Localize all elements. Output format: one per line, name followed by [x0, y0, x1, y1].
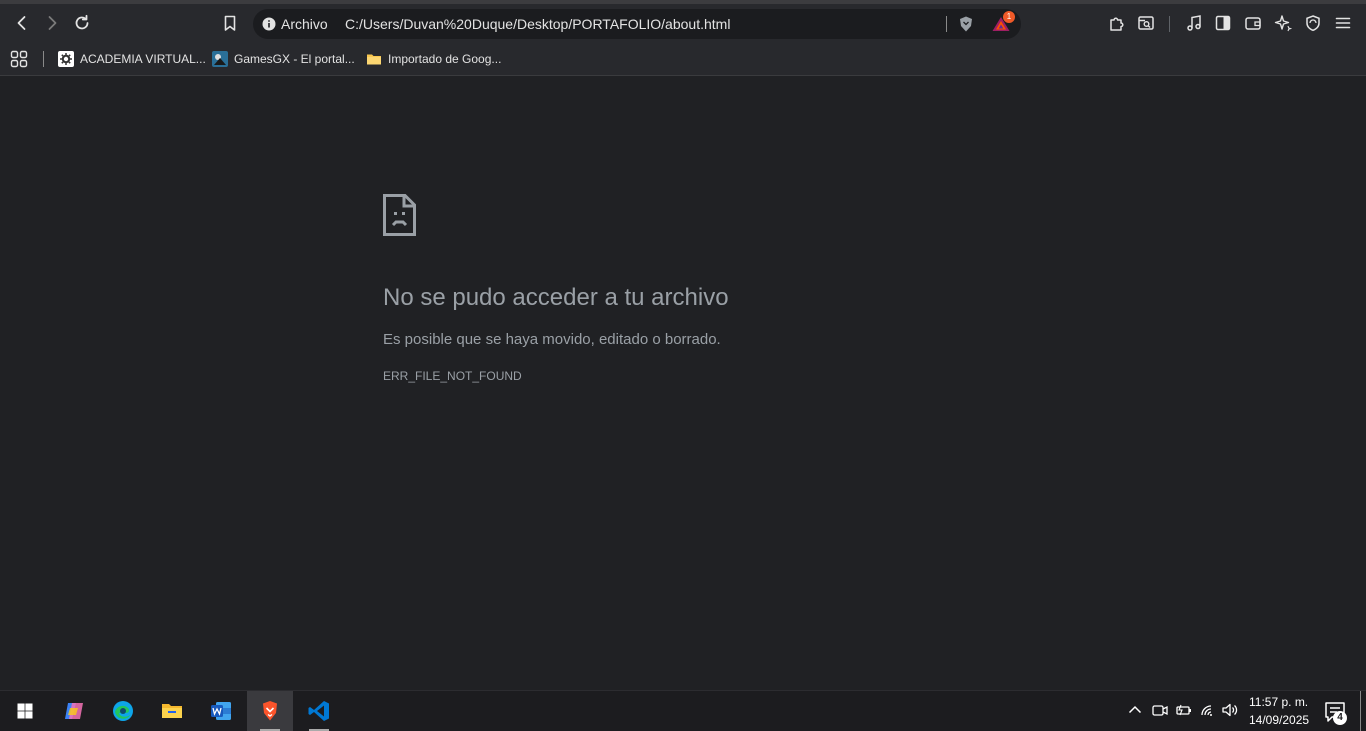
vscode-icon: [308, 701, 329, 721]
taskbar-copilot[interactable]: [51, 691, 97, 731]
show-hidden-icons-button[interactable]: [1126, 701, 1146, 721]
chevron-up-icon: [1128, 705, 1142, 714]
page-content: No se pudo acceder a tu archivo Es posib…: [0, 77, 1366, 690]
wallet-button[interactable]: [1239, 9, 1267, 37]
info-icon[interactable]: [262, 17, 276, 31]
error-title: No se pudo acceder a tu archivo: [383, 284, 729, 311]
battery-icon: [1176, 704, 1191, 716]
apps-grid-icon[interactable]: [10, 50, 28, 68]
sidebar-icon: [1215, 15, 1231, 31]
puzzle-icon: [1110, 17, 1124, 31]
address-bar[interactable]: Archivo C:/Users/Duvan%20Duque/Desktop/P…: [253, 9, 1021, 39]
main-menu-button[interactable]: [1329, 9, 1357, 37]
bookmarks-divider: [43, 51, 44, 67]
gamesgx-favicon-icon: [212, 51, 228, 67]
sparkle-icon: [1274, 15, 1292, 32]
file-explorer-icon: [162, 704, 182, 718]
speaker-icon: [1222, 703, 1238, 717]
url-scheme-chip[interactable]: Archivo: [281, 16, 328, 32]
shield-icon: [1306, 15, 1320, 32]
extensions-button[interactable]: [1103, 9, 1131, 37]
bookmark-label: Importado de Goog...: [388, 52, 502, 66]
show-desktop-button[interactable]: [1360, 691, 1361, 731]
rewards-badge: 1: [1003, 11, 1015, 23]
forward-arrow-icon: [48, 16, 57, 30]
clock-date[interactable]: 14/09/2025: [1249, 713, 1309, 727]
brave-shields-icon[interactable]: [957, 15, 975, 33]
back-button[interactable]: [8, 9, 36, 37]
taskbar-edge[interactable]: [100, 691, 146, 731]
music-note-icon: [1187, 15, 1201, 31]
error-code: ERR_FILE_NOT_FOUND: [383, 369, 522, 383]
folder-icon: [367, 54, 381, 65]
browser-toolbar: Archivo C:/Users/Duvan%20Duque/Desktop/P…: [0, 4, 1366, 42]
bookmark-label: ACADEMIA VIRTUAL...: [80, 52, 206, 66]
taskbar-file-explorer[interactable]: [149, 691, 195, 731]
url-text[interactable]: C:/Users/Duvan%20Duque/Desktop/PORTAFOLI…: [345, 16, 730, 32]
tab-search-icon: [1138, 16, 1154, 30]
leo-ai-button[interactable]: [1269, 9, 1297, 37]
camera-icon: [1152, 705, 1168, 716]
toolbar-divider: [1169, 16, 1170, 32]
media-button[interactable]: [1180, 9, 1208, 37]
tray-battery[interactable]: [1175, 701, 1195, 721]
error-description: Es posible que se haya movido, editado o…: [383, 331, 721, 348]
bookmark-page-button[interactable]: [216, 9, 244, 37]
copilot-icon: [65, 703, 83, 719]
vpn-button[interactable]: [1299, 9, 1327, 37]
clock-time[interactable]: 11:57 p. m.: [1249, 695, 1308, 709]
wallet-icon: [1245, 17, 1261, 30]
tray-volume[interactable]: [1221, 701, 1241, 721]
taskbar-brave[interactable]: [247, 691, 293, 731]
word-icon: [211, 702, 231, 720]
tray-meet-now[interactable]: [1151, 701, 1171, 721]
bookmark-folder-imported[interactable]: Importado de Goog...: [366, 49, 501, 69]
sad-file-icon: [383, 194, 416, 236]
bookmark-icon: [224, 15, 236, 31]
reload-icon: [75, 14, 89, 30]
hamburger-menu-icon: [1335, 17, 1351, 29]
taskbar-vscode[interactable]: [296, 691, 342, 731]
back-arrow-icon: [17, 16, 26, 30]
edge-icon: [113, 701, 133, 721]
bookmark-gamesgx[interactable]: GamesGX - El portal...: [212, 49, 355, 69]
bookmarks-bar: ACADEMIA VIRTUAL... GamesGX - El portal.…: [0, 42, 1366, 76]
reload-button[interactable]: [68, 9, 96, 37]
bookmark-academia-virtual[interactable]: ACADEMIA VIRTUAL...: [58, 49, 206, 69]
notification-count-badge: 4: [1333, 711, 1347, 725]
taskbar-word[interactable]: [198, 691, 244, 731]
sidebar-button[interactable]: [1209, 9, 1237, 37]
gear-favicon-icon: [58, 51, 74, 67]
tab-search-button[interactable]: [1132, 9, 1160, 37]
wifi-icon: [1201, 705, 1212, 716]
windows-logo-icon: [17, 703, 33, 719]
brave-browser-icon: [263, 701, 277, 721]
tray-wifi[interactable]: [1199, 701, 1219, 721]
bookmark-label: GamesGX - El portal...: [234, 52, 355, 66]
windows-taskbar: 11:57 p. m. 14/09/2025 4: [0, 690, 1366, 731]
start-button[interactable]: [2, 691, 48, 731]
forward-button[interactable]: [38, 9, 66, 37]
url-divider: [946, 16, 947, 32]
